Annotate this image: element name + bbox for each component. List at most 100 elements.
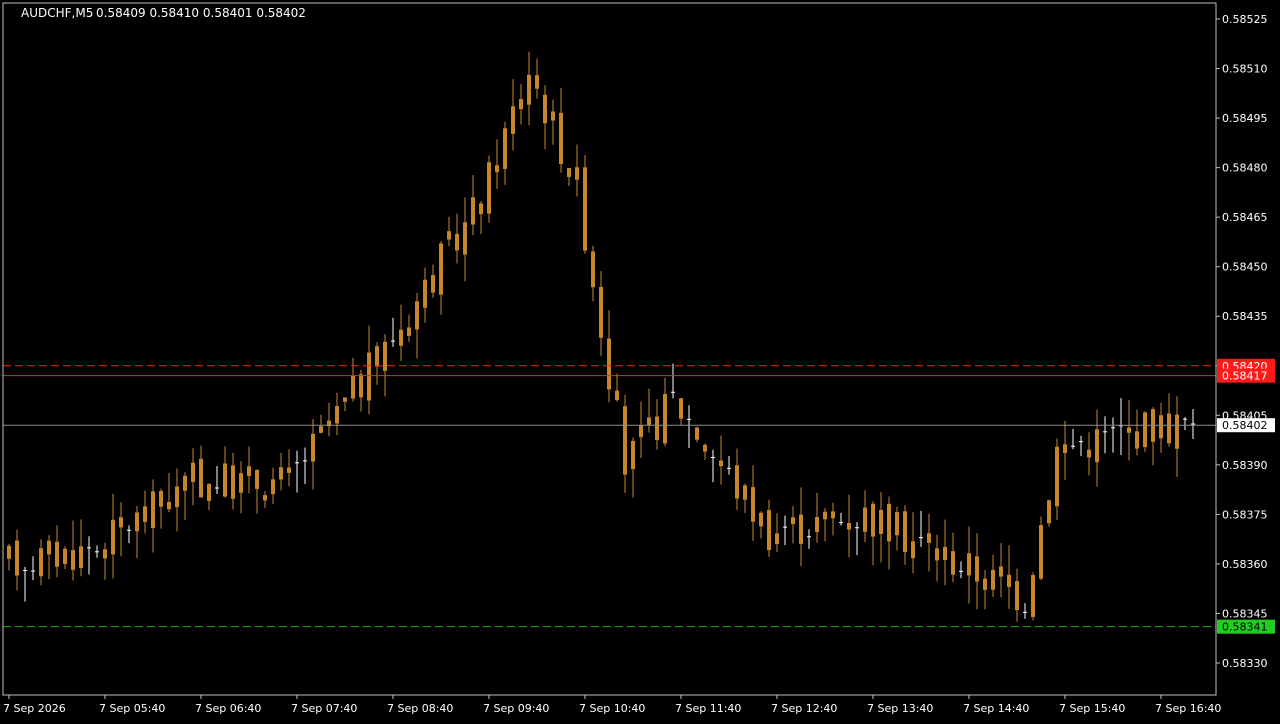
candle-body: [767, 510, 771, 551]
candle-body: [639, 425, 643, 438]
candle-body: [135, 512, 139, 532]
candle-body: [103, 549, 107, 559]
candle-body: [1055, 446, 1059, 507]
candle-body: [623, 406, 627, 475]
candle-body: [527, 74, 531, 105]
candle-body: [599, 286, 603, 338]
candle-body: [751, 487, 755, 522]
candle-body: [383, 341, 387, 371]
price-tick-label: 0.58450: [1222, 261, 1268, 274]
candle-body: [151, 491, 155, 529]
time-tick-label: 7 Sep 09:40: [483, 702, 549, 715]
time-tick-label: 7 Sep 08:40: [387, 702, 453, 715]
candle-body: [255, 470, 259, 489]
candle-body: [1063, 444, 1067, 453]
candle-body: [1015, 581, 1019, 611]
time-tick-label: 7 Sep 13:40: [867, 702, 933, 715]
candle-body: [143, 506, 147, 522]
candle-body: [207, 483, 211, 501]
candle-body: [663, 393, 667, 444]
time-tick-label: 7 Sep 15:40: [1059, 702, 1125, 715]
time-tick-label: 7 Sep 07:40: [291, 702, 357, 715]
candle-body: [47, 540, 51, 555]
candle-body: [1007, 574, 1011, 587]
candle-body: [447, 231, 451, 240]
candle-body: [1031, 575, 1035, 617]
candle-body: [463, 222, 467, 255]
price-chart[interactable]: 0.58525 0.58510 0.58495 0.58480 0.58465 0.584…: [0, 0, 1280, 720]
candle-body: [887, 503, 891, 542]
candle-body: [55, 541, 59, 567]
candle-body: [279, 467, 283, 480]
candle-body: [983, 578, 987, 590]
candle-body: [1095, 429, 1099, 463]
price-tick-label: 0.58435: [1222, 310, 1268, 323]
candle-body: [479, 203, 483, 215]
time-tick-label: 7 Sep 05:40: [99, 702, 165, 715]
candle-body: [1087, 449, 1091, 458]
price-tick-label: 0.58525: [1222, 13, 1268, 26]
candle-body: [319, 426, 323, 433]
candle-body: [519, 99, 523, 110]
time-tick-label: 7 Sep 10:40: [579, 702, 645, 715]
candle-body: [175, 486, 179, 508]
candle-body: [367, 352, 371, 401]
candle-body: [159, 490, 163, 507]
candle-body: [247, 466, 251, 476]
price-tick-label: 0.58510: [1222, 63, 1268, 76]
candle-body: [15, 540, 19, 576]
candle-body: [535, 75, 539, 89]
candle-body: [559, 112, 563, 164]
candle-body: [583, 167, 587, 251]
candle-body: [1135, 431, 1139, 449]
candle-body: [679, 398, 683, 419]
candle-body: [167, 502, 171, 510]
candle-body: [927, 533, 931, 543]
chart-window[interactable]: 0.58525 0.58510 0.58495 0.58480 0.58465 0.584…: [0, 0, 1280, 720]
candle-body: [119, 517, 123, 528]
candle-body: [495, 165, 499, 173]
price-tick-label: 0.58330: [1222, 657, 1268, 670]
candle-body: [503, 128, 507, 169]
candle-body: [423, 279, 427, 308]
candle-body: [191, 462, 195, 482]
price-tick-label: 0.58480: [1222, 162, 1268, 175]
candle-body: [271, 479, 275, 495]
candle-body: [1175, 414, 1179, 449]
candle-body: [71, 550, 75, 570]
candle-body: [911, 541, 915, 559]
price-tick-label: 0.58495: [1222, 112, 1268, 125]
candle-body: [567, 167, 571, 178]
candle-body: [239, 473, 243, 493]
candle-body: [63, 548, 67, 564]
candle-body: [375, 346, 379, 367]
candle-body: [183, 475, 187, 491]
candle-body: [999, 566, 1003, 577]
candle-body: [455, 233, 459, 251]
candle-body: [719, 460, 723, 467]
candle-body: [895, 512, 899, 536]
candle-body: [871, 503, 875, 537]
candle-body: [975, 556, 979, 582]
candle-body: [1039, 525, 1043, 579]
candle-body: [695, 427, 699, 440]
candle-body: [967, 553, 971, 576]
candle-body: [543, 94, 547, 124]
candle-body: [743, 485, 747, 500]
candle-body: [287, 467, 291, 473]
candle-body: [847, 522, 851, 530]
candle-body: [351, 375, 355, 399]
candle-body: [39, 548, 43, 577]
candle-body: [7, 545, 11, 559]
candle-body: [991, 569, 995, 590]
time-tick-label: 7 Sep 16:40: [1155, 702, 1221, 715]
candle-body: [1127, 427, 1131, 433]
time-tick-label: 7 Sep 12:40: [771, 702, 837, 715]
candle-body: [1159, 415, 1163, 439]
candle-body: [951, 551, 955, 575]
candle-body: [815, 517, 819, 533]
symbol-timeframe-label: AUDCHF,M5: [21, 6, 93, 20]
candle-body: [415, 301, 419, 330]
candle-body: [231, 465, 235, 499]
candle-body: [79, 546, 83, 569]
